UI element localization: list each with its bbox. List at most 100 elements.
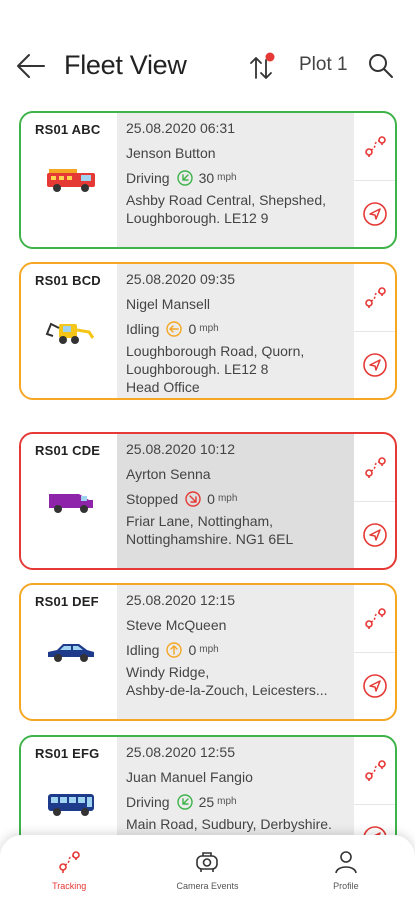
vehicle-card[interactable]: RS01 CDE 25.08.2020 10:12 Ayrton Senna S… xyxy=(19,432,397,570)
vehicle-info: RS01 ABC xyxy=(21,113,117,247)
card-actions xyxy=(354,585,395,719)
fire-engine-icon xyxy=(47,169,95,192)
navigate-button[interactable] xyxy=(354,651,395,720)
idling-status-icon xyxy=(166,642,183,658)
driving-status-icon xyxy=(176,794,193,810)
navigate-button[interactable] xyxy=(354,500,395,569)
status-row: Driving 25 mph xyxy=(126,793,354,811)
vehicle-details: 25.08.2020 06:31 Jenson Button Driving 3… xyxy=(117,113,354,247)
excavator-icon xyxy=(45,322,95,344)
driver-name: Juan Manuel Fangio xyxy=(126,769,253,785)
tab-profile[interactable]: Profile xyxy=(277,835,415,900)
car-icon xyxy=(48,644,94,662)
plot-selector[interactable]: Plot 1 xyxy=(299,54,348,76)
vehicle-details: 25.08.2020 12:55 Juan Manuel Fangio Driv… xyxy=(117,737,354,835)
route-button[interactable] xyxy=(354,737,395,804)
camera-icon xyxy=(196,852,219,872)
route-icon xyxy=(364,760,386,782)
vehicle-card[interactable]: RS01 ABC 25.08.2020 06:31 Jenson Button … xyxy=(19,111,397,249)
navigate-icon xyxy=(362,673,387,698)
bottom-tab-bar: Tracking Camera Events Profile xyxy=(0,835,415,900)
speed-unit: mph xyxy=(217,493,238,504)
profile-icon xyxy=(335,851,357,874)
status-row: Stopped 0 mph xyxy=(126,490,354,508)
vehicle-address: Loughborough Road, Quorn, Loughborough. … xyxy=(126,343,305,395)
registration: RS01 ABC xyxy=(35,122,101,137)
tab-label: Tracking xyxy=(52,881,87,891)
vehicle-address: Ashby Road Central, Shepshed, Loughborou… xyxy=(126,192,327,226)
page-title: Fleet View xyxy=(64,50,187,80)
last-update-datetime: 25.08.2020 12:15 xyxy=(126,592,235,608)
card-actions xyxy=(354,264,395,398)
tab-camera-events[interactable]: Camera Events xyxy=(138,835,276,900)
tab-tracking[interactable]: Tracking xyxy=(0,835,138,900)
status-row: Idling 0 mph xyxy=(126,320,354,338)
status-label: Stopped xyxy=(126,491,179,507)
back-button[interactable] xyxy=(14,50,48,82)
status-label: Idling xyxy=(126,642,160,658)
speed-value: 0 xyxy=(207,491,215,507)
card-actions xyxy=(354,434,395,568)
card-actions xyxy=(354,737,395,835)
route-icon xyxy=(364,457,386,479)
navigate-button[interactable] xyxy=(354,330,395,399)
route-button[interactable] xyxy=(354,113,395,180)
app-header: Fleet View Plot 1 xyxy=(0,0,415,110)
status-label: Idling xyxy=(126,321,160,337)
registration: RS01 CDE xyxy=(35,443,101,458)
bus-icon xyxy=(48,794,94,816)
last-update-datetime: 25.08.2020 09:35 xyxy=(126,271,235,287)
navigate-icon xyxy=(362,522,387,547)
vehicle-details: 25.08.2020 10:12 Ayrton Senna Stopped 0 … xyxy=(117,434,354,568)
stopped-status-icon xyxy=(185,491,201,507)
route-button[interactable] xyxy=(354,264,395,331)
driving-status-icon xyxy=(176,170,193,186)
vehicle-address: Windy Ridge, Ashby-de-la-Zouch, Leiceste… xyxy=(126,664,328,698)
last-update-datetime: 25.08.2020 12:55 xyxy=(126,744,235,760)
vehicle-details: 25.08.2020 09:35 Nigel Mansell Idling 0 … xyxy=(117,264,354,398)
sort-button[interactable] xyxy=(248,50,278,82)
route-button[interactable] xyxy=(354,585,395,652)
status-row: Driving 30 mph xyxy=(126,169,354,187)
status-label: Driving xyxy=(126,794,170,810)
speed-unit: mph xyxy=(199,323,219,334)
vehicle-info: RS01 BCD xyxy=(21,264,117,398)
vehicle-card[interactable]: RS01 EFG 25.08.2020 12:55 Juan Manuel Fa… xyxy=(19,735,397,835)
status-row: Idling 0 mph xyxy=(126,641,354,659)
driver-name: Ayrton Senna xyxy=(126,466,211,482)
idling-status-icon xyxy=(166,321,183,337)
search-button[interactable] xyxy=(366,50,396,82)
route-icon xyxy=(364,287,386,309)
sort-icon xyxy=(250,52,275,79)
arrow-left-icon xyxy=(17,54,45,78)
last-update-datetime: 25.08.2020 06:31 xyxy=(126,120,235,136)
tab-label: Camera Events xyxy=(176,881,239,891)
route-button[interactable] xyxy=(354,434,395,501)
navigate-icon xyxy=(362,201,387,226)
van-icon xyxy=(49,494,93,513)
vehicle-card[interactable]: RS01 BCD 25.08.2020 09:35 Nigel Mansell … xyxy=(19,262,397,400)
vehicle-address: Friar Lane, Nottingham, Nottinghamshire.… xyxy=(126,513,294,547)
vehicle-list[interactable]: RS01 ABC 25.08.2020 06:31 Jenson Button … xyxy=(0,110,415,835)
navigate-button[interactable] xyxy=(354,803,395,835)
registration: RS01 EFG xyxy=(35,746,100,761)
speed-unit: mph xyxy=(217,172,237,183)
speed-unit: mph xyxy=(217,796,237,807)
vehicle-card[interactable]: RS01 DEF 25.08.2020 12:15 Steve McQueen … xyxy=(19,583,397,721)
tracking-icon xyxy=(59,851,80,873)
speed-value: 30 xyxy=(198,170,215,186)
driver-name: Nigel Mansell xyxy=(126,296,211,312)
speed-value: 25 xyxy=(198,794,215,810)
vehicle-details: 25.08.2020 12:15 Steve McQueen Idling 0 … xyxy=(117,585,354,719)
speed-value: 0 xyxy=(188,321,197,337)
registration: RS01 BCD xyxy=(35,273,101,288)
navigate-button[interactable] xyxy=(354,179,395,248)
speed-value: 0 xyxy=(188,642,197,658)
route-icon xyxy=(364,136,386,158)
navigate-icon xyxy=(362,352,387,377)
card-actions xyxy=(354,113,395,247)
vehicle-info: RS01 DEF xyxy=(21,585,117,719)
route-icon xyxy=(364,608,386,630)
driver-name: Jenson Button xyxy=(126,145,216,161)
tab-label: Profile xyxy=(333,881,359,891)
